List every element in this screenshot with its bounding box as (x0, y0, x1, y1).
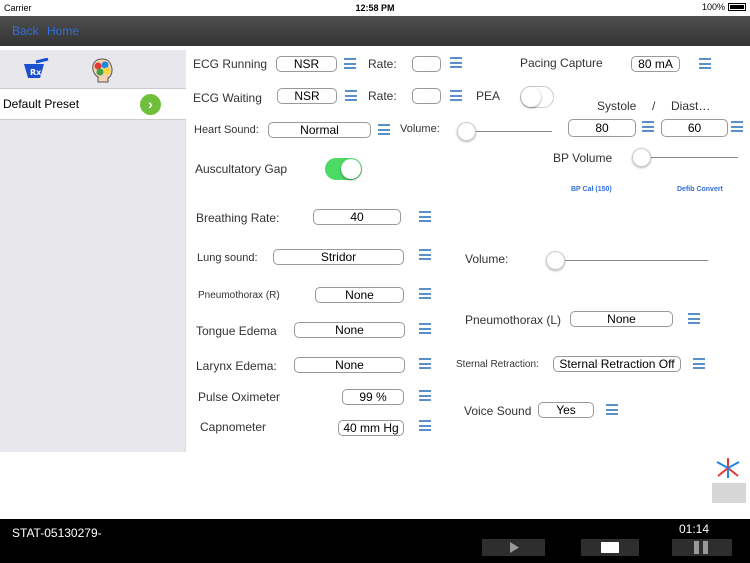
larynx-edema-menu-icon[interactable] (419, 358, 431, 369)
ecg-running-label: ECG Running (193, 57, 268, 71)
starburst-logo-icon[interactable] (714, 457, 742, 484)
larynx-edema-field[interactable]: None (294, 357, 405, 373)
larynx-edema-label: Larynx Edema: (196, 359, 277, 373)
diastole-label: Diast… (671, 99, 711, 113)
breathing-rate-menu-icon[interactable] (419, 211, 431, 222)
pacing-capture-field[interactable]: 80 mA (631, 56, 680, 72)
tongue-edema-field[interactable]: None (294, 322, 405, 338)
pneumothorax-l-label: Pneumothorax (L) (465, 313, 562, 327)
heart-sound-menu-icon[interactable] (378, 124, 390, 135)
sternal-retraction-label: Sternal Retraction: (456, 359, 539, 370)
pneumothorax-r-label: Pneumothorax (R) (198, 290, 280, 301)
breathing-rate-field[interactable]: 40 (313, 209, 401, 225)
capnometer-field[interactable]: 40 mm Hg (338, 420, 404, 436)
ecg-waiting-label: ECG Waiting (193, 91, 262, 105)
ecg-running-rate-label: Rate: (368, 57, 397, 71)
session-timer: 01:14 (679, 522, 710, 536)
pulse-oximeter-menu-icon[interactable] (419, 390, 431, 401)
lung-sound-label: Lung sound: (197, 252, 258, 264)
ecg-waiting-rate-field[interactable] (412, 88, 441, 104)
grey-panel-button[interactable] (712, 483, 746, 503)
pneumothorax-l-menu-icon[interactable] (688, 313, 700, 324)
ecg-running-rate-field[interactable] (412, 56, 441, 72)
ecg-running-field[interactable]: NSR (276, 56, 337, 72)
ecg-waiting-field[interactable]: NSR (277, 88, 337, 104)
sternal-retraction-menu-icon[interactable] (693, 358, 705, 369)
session-id: STAT-05130279- (12, 526, 102, 540)
lung-sound-field[interactable]: Stridor (273, 249, 404, 265)
auscultatory-gap-toggle[interactable] (325, 158, 362, 180)
sidebar-toolbar: Rx (0, 50, 186, 88)
stop-icon (601, 542, 619, 553)
rx-mortar-icon[interactable]: Rx (22, 57, 50, 87)
clock: 12:58 PM (355, 3, 395, 13)
pacing-capture-menu-icon[interactable] (699, 58, 711, 69)
pneumothorax-r-field[interactable]: None (315, 287, 404, 303)
capnometer-label: Capnometer (200, 420, 267, 434)
battery-percent: 100% (701, 2, 725, 12)
pause-icon (694, 541, 708, 554)
systole-label: Systole (597, 99, 637, 113)
pneumothorax-r-menu-icon[interactable] (419, 288, 431, 299)
diastole-menu-icon[interactable] (731, 121, 743, 132)
pulse-oximeter-label: Pulse Oximeter (198, 390, 281, 404)
voice-sound-field[interactable]: Yes (538, 402, 594, 418)
lung-sound-menu-icon[interactable] (419, 249, 431, 260)
play-button[interactable] (482, 539, 545, 556)
home-button[interactable]: Home (47, 24, 79, 38)
back-button[interactable]: Back (12, 24, 39, 38)
bp-volume-slider[interactable] (632, 148, 738, 167)
pulse-oximeter-field[interactable]: 99 % (342, 389, 404, 405)
status-bar: Carrier 12:58 PM 100% (0, 0, 750, 16)
heart-volume-label: Volume: (400, 123, 440, 135)
lung-volume-slider[interactable] (546, 251, 708, 270)
ecg-waiting-rate-menu-icon[interactable] (450, 90, 462, 101)
svg-text:Rx: Rx (30, 68, 42, 77)
pea-label: PEA (476, 89, 501, 103)
heart-sound-label: Heart Sound: (194, 124, 259, 136)
navigation-bar: Back Home (0, 16, 750, 46)
preset-label: Default Preset (3, 97, 80, 111)
pea-toggle[interactable] (520, 86, 554, 108)
ecg-waiting-rate-label: Rate: (368, 89, 397, 103)
ecg-running-menu-icon[interactable] (344, 58, 356, 69)
diastole-field[interactable]: 60 (661, 119, 728, 137)
brain-puzzle-icon[interactable] (90, 57, 114, 88)
ecg-waiting-menu-icon[interactable] (345, 90, 357, 101)
stop-button[interactable] (581, 539, 639, 556)
voice-sound-label: Voice Sound (464, 404, 532, 418)
pacing-capture-label: Pacing Capture (520, 56, 603, 70)
breathing-rate-label: Breathing Rate: (196, 211, 280, 225)
lung-volume-label: Volume: (465, 252, 509, 266)
ecg-running-rate-menu-icon[interactable] (450, 57, 462, 68)
auscultatory-gap-label: Auscultatory Gap (195, 162, 288, 176)
play-icon (510, 542, 519, 553)
bp-volume-label: BP Volume (553, 151, 613, 165)
heart-volume-slider[interactable] (457, 122, 552, 141)
tongue-edema-menu-icon[interactable] (419, 323, 431, 334)
chevron-right-icon[interactable]: › (140, 94, 161, 115)
sidebar: Rx Default Preset › (0, 50, 186, 452)
battery-icon (728, 3, 746, 11)
capnometer-menu-icon[interactable] (419, 420, 431, 431)
heart-sound-field[interactable]: Normal (268, 122, 371, 138)
systole-field[interactable]: 80 (568, 119, 636, 137)
tongue-edema-label: Tongue Edema (196, 324, 277, 338)
bp-cal-link[interactable]: BP Cal (150) (571, 186, 612, 193)
preset-row[interactable]: Default Preset › (0, 88, 186, 120)
sternal-retraction-field[interactable]: Sternal Retraction Off (553, 356, 681, 372)
bp-separator: / (652, 99, 656, 113)
voice-sound-menu-icon[interactable] (606, 404, 618, 415)
pause-button[interactable] (672, 539, 732, 556)
bottom-control-bar: STAT-05130279- 01:14 (0, 519, 750, 563)
battery-indicator: 100% (702, 2, 746, 12)
defib-convert-link[interactable]: Defib Convert (677, 186, 723, 193)
pneumothorax-l-field[interactable]: None (570, 311, 673, 327)
systole-menu-icon[interactable] (642, 121, 654, 132)
carrier-label: Carrier (4, 3, 32, 13)
